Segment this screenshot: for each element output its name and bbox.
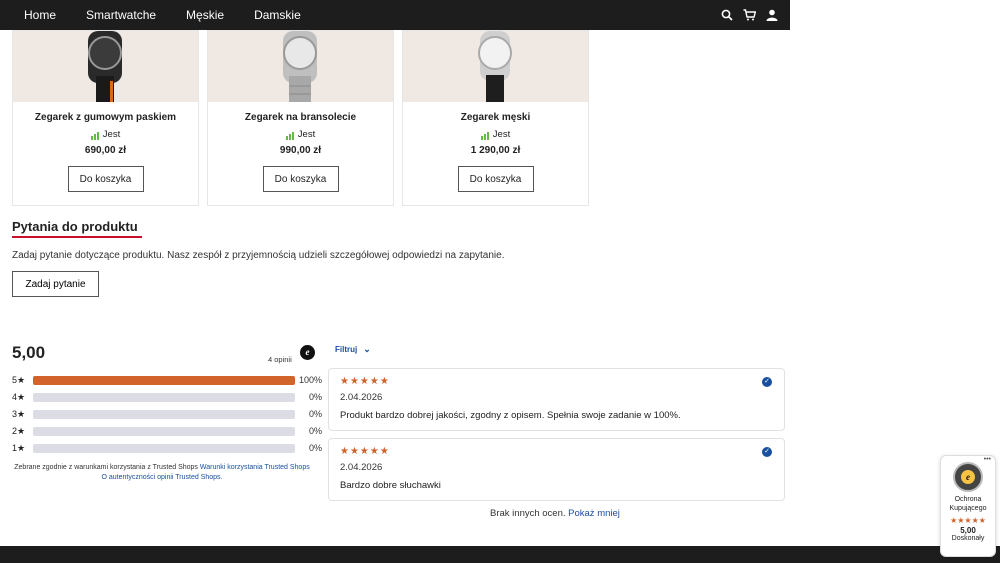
rating-bar xyxy=(33,409,295,419)
product-image[interactable] xyxy=(403,31,588,102)
product-image[interactable] xyxy=(208,31,393,102)
trusted-shops-logo-icon[interactable]: e xyxy=(300,345,315,360)
rating-bar xyxy=(33,375,295,385)
watch-image xyxy=(282,31,317,102)
nav-damskie[interactable]: Damskie xyxy=(254,8,301,22)
legal-text: Zebrane zgodnie z warunkami korzystania … xyxy=(14,464,198,471)
add-to-cart-button[interactable]: Do koszyka xyxy=(67,166,144,192)
filter-dropdown[interactable]: Filtruj ⌄ xyxy=(335,344,371,355)
review-text: Produkt bardzo dobrej jakości, zgodny z … xyxy=(340,410,681,421)
no-more-text: Brak innych ocen. xyxy=(490,508,566,519)
cart-icon[interactable] xyxy=(743,9,756,21)
stock-bars-icon xyxy=(90,132,99,140)
review-count: 4 opinii xyxy=(268,355,292,364)
legal-notice: Zebrane zgodnie z warunkami korzystania … xyxy=(12,463,312,483)
rating-percent: 100% xyxy=(298,375,322,385)
chevron-down-icon: ⌄ xyxy=(363,344,371,354)
product-title[interactable]: Zegarek na bransolecie xyxy=(208,112,393,123)
review-stars: ★★★★★ xyxy=(340,376,390,387)
verified-icon[interactable]: ✓ xyxy=(762,377,772,387)
terms-link[interactable]: Warunki korzystania Trusted Shops xyxy=(200,464,310,471)
add-to-cart-button[interactable]: Do koszyka xyxy=(457,166,534,192)
badge-label: Ochrona Kupującego xyxy=(949,496,987,512)
rating-bar xyxy=(33,392,295,402)
badge-score: 5,00 xyxy=(960,526,976,535)
trust-seal-icon: e xyxy=(953,462,983,492)
rating-label: 2★ xyxy=(12,425,26,436)
rating-row-1[interactable]: 1★ 0% xyxy=(12,442,322,454)
rating-label: 3★ xyxy=(12,408,26,419)
add-to-cart-button[interactable]: Do koszyka xyxy=(262,166,339,192)
top-navigation: Home Smartwatche Męskie Damskie xyxy=(0,0,790,30)
product-title[interactable]: Zegarek z gumowym paskiem xyxy=(13,112,198,123)
rating-percent: 0% xyxy=(308,443,322,453)
nav-smartwatche[interactable]: Smartwatche xyxy=(86,8,156,22)
stock-status: Jest xyxy=(208,129,393,140)
badge-stars: ★★★★★ xyxy=(950,516,986,525)
rating-percent: 0% xyxy=(308,392,322,402)
show-less-link[interactable]: Pokaż mniej xyxy=(568,508,620,519)
product-title[interactable]: Zegarek męski xyxy=(403,112,588,123)
product-card[interactable]: Zegarek z gumowym paskiem Jest 690,00 zł… xyxy=(12,30,199,206)
rating-label: 4★ xyxy=(12,391,26,402)
review-card: ★★★★★ ✓ 2.04.2026 Bardzo dobre słuchawki xyxy=(328,438,785,501)
ask-question-button[interactable]: Zadaj pytanie xyxy=(12,271,99,297)
rating-bar-fill xyxy=(33,375,295,385)
rating-label: 1★ xyxy=(12,442,26,453)
rating-row-2[interactable]: 2★ 0% xyxy=(12,425,322,437)
review-card: ★★★★★ ✓ 2.04.2026 Produkt bardzo dobrej … xyxy=(328,368,785,431)
rating-row-4[interactable]: 4★ 0% xyxy=(12,391,322,403)
stock-bars-icon xyxy=(480,132,489,140)
no-more-reviews: Brak innych ocen. Pokaż mniej xyxy=(490,508,620,519)
nav-icons xyxy=(721,0,778,30)
authenticity-link[interactable]: O autentyczności opinii Trusted Shops. xyxy=(101,474,222,481)
product-price: 690,00 zł xyxy=(84,145,127,156)
average-score: 5,00 xyxy=(12,343,46,362)
product-price: 990,00 zł xyxy=(279,145,322,156)
stock-bars-icon xyxy=(285,132,294,140)
footer xyxy=(0,546,1000,563)
rating-percent: 0% xyxy=(308,409,322,419)
watch-image xyxy=(87,31,122,102)
nav-home[interactable]: Home xyxy=(24,8,56,22)
stock-label: Jest xyxy=(297,129,316,140)
stock-status: Jest xyxy=(403,129,588,140)
heading-underline xyxy=(12,236,142,238)
watch-image xyxy=(477,31,512,102)
product-price: 1 290,00 zł xyxy=(470,145,521,156)
review-text: Bardzo dobre słuchawki xyxy=(340,480,441,491)
trust-badge[interactable]: ••• e Ochrona Kupującego ★★★★★ 5,00 Dosk… xyxy=(940,455,996,557)
rating-row-5[interactable]: 5★ 100% xyxy=(12,374,322,386)
product-card[interactable]: Zegarek męski Jest 1 290,00 zł Do koszyk… xyxy=(402,30,589,206)
stock-status: Jest xyxy=(13,129,198,140)
nav-meskie[interactable]: Męskie xyxy=(186,8,224,22)
rating-bar xyxy=(33,443,295,453)
more-options-icon[interactable]: ••• xyxy=(984,456,991,463)
filter-label: Filtruj xyxy=(335,345,358,354)
rating-bar xyxy=(33,426,295,436)
rating-label: 5★ xyxy=(12,374,26,385)
search-icon[interactable] xyxy=(721,9,733,21)
product-image[interactable] xyxy=(13,31,198,102)
stock-label: Jest xyxy=(102,129,121,140)
review-date: 2.04.2026 xyxy=(340,462,383,473)
rating-row-3[interactable]: 3★ 0% xyxy=(12,408,322,420)
review-stars: ★★★★★ xyxy=(340,446,390,457)
user-icon[interactable] xyxy=(766,9,778,21)
review-date: 2.04.2026 xyxy=(340,392,383,403)
stock-label: Jest xyxy=(492,129,511,140)
rating-percent: 0% xyxy=(308,426,322,436)
product-card[interactable]: Zegarek na bransolecie Jest 990,00 zł Do… xyxy=(207,30,394,206)
questions-description: Zadaj pytanie dotyczące produktu. Nasz z… xyxy=(12,250,505,261)
questions-heading: Pytania do produktu xyxy=(12,219,138,234)
verified-icon[interactable]: ✓ xyxy=(762,447,772,457)
badge-grade: Doskonały xyxy=(951,535,985,542)
